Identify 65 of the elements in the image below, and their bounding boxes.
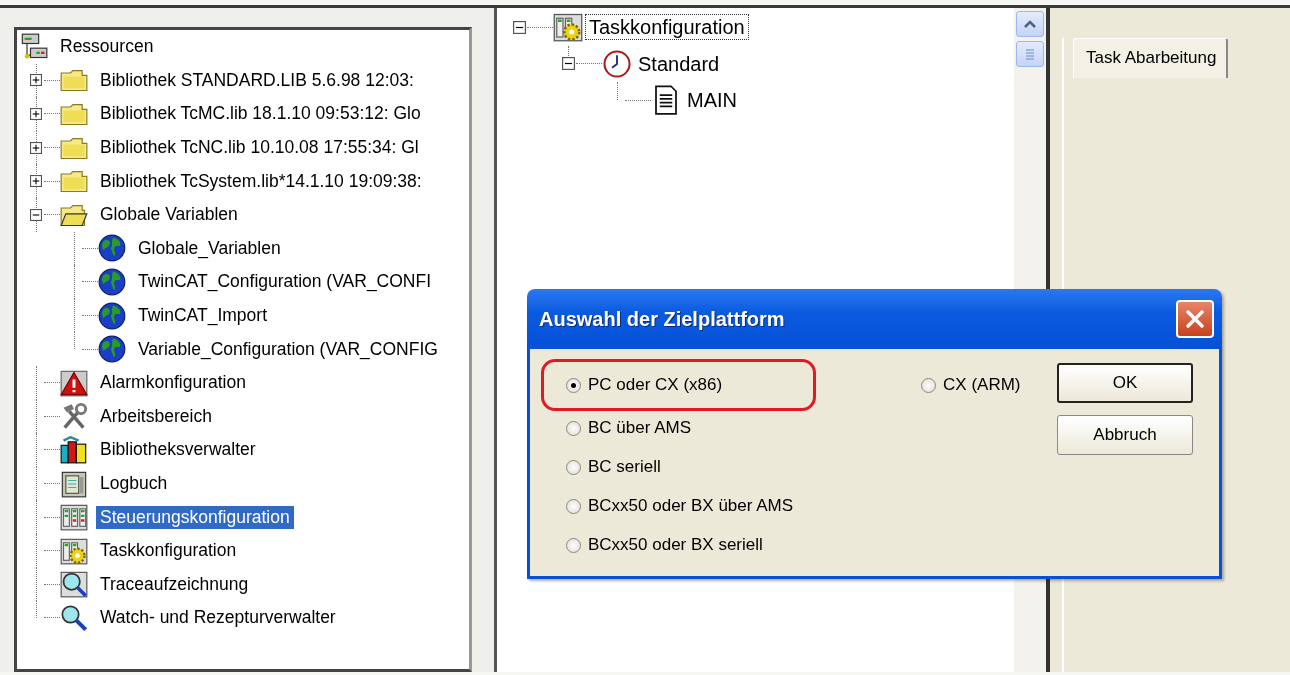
tree-item[interactable]: TwinCAT_Import [134, 304, 271, 328]
tools-icon [60, 402, 88, 431]
expand-toggle[interactable] [30, 141, 42, 154]
magnifier-icon [60, 570, 88, 599]
tree-item[interactable]: Alarmkonfiguration [96, 371, 250, 395]
radio-button[interactable] [566, 420, 581, 436]
collapse-toggle[interactable] [561, 57, 575, 71]
scroll-up-button[interactable] [1016, 11, 1044, 37]
server-icon [20, 32, 48, 61]
tree-item[interactable]: Bibliothek STANDARD.LIB 5.6.98 12:03: [96, 68, 418, 92]
notebook-icon [60, 469, 88, 498]
tree-item[interactable]: Globale_Variablen [134, 236, 285, 260]
globe-icon [98, 335, 126, 364]
close-button[interactable] [1176, 300, 1214, 338]
scrollbar-thumb[interactable] [1016, 41, 1044, 67]
radio-option[interactable]: PC oder CX (x86) [566, 369, 794, 401]
globe-icon [98, 234, 126, 263]
warning-icon [60, 368, 88, 397]
ok-button[interactable]: OK [1057, 363, 1193, 403]
radio-option[interactable]: CX (ARM) [921, 369, 1021, 401]
tree-item[interactable]: TwinCAT_Configuration (VAR_CONFI [134, 270, 436, 294]
radio-button[interactable] [566, 377, 581, 393]
tree-item[interactable]: Variable_Configuration (VAR_CONFIG [134, 337, 442, 361]
tree-item[interactable]: Taskkonfiguration [585, 14, 749, 41]
tree-item[interactable]: MAIN [683, 87, 741, 114]
tree-item[interactable]: Bibliotheksverwalter [96, 438, 260, 462]
radio-option[interactable]: BCxx50 oder BX über AMS [566, 490, 794, 522]
tree-item[interactable]: Bibliothek TcMC.lib 18.1.10 09:53:12: Glo [96, 102, 425, 126]
globe-icon [98, 267, 126, 296]
magnifier-icon [60, 603, 88, 632]
chevron-up-icon [1023, 19, 1037, 29]
globe-icon [98, 301, 126, 330]
collapse-toggle[interactable] [512, 20, 526, 34]
radio-option[interactable]: BC über AMS [566, 412, 794, 444]
tree-item[interactable]: Steuerungskonfiguration [96, 505, 294, 529]
tree-item[interactable]: Taskkonfiguration [96, 539, 241, 563]
grip-icon [1024, 48, 1036, 60]
tree-item[interactable]: Watch- und Rezepturverwalter [96, 606, 340, 630]
radio-option[interactable]: BC seriell [566, 451, 794, 483]
dialog-title: Auswahl der Zielplattform [539, 307, 785, 332]
tree-item[interactable]: Bibliothek TcSystem.lib*14.1.10 19:09:38: [96, 169, 426, 193]
tab[interactable]: Task Abarbeitung [1073, 38, 1229, 78]
tree-item[interactable]: Globale Variablen [96, 203, 242, 227]
tree-item[interactable]: Standard [634, 50, 724, 77]
device-icon [60, 503, 88, 532]
close-icon [1184, 308, 1206, 330]
radio-button[interactable] [566, 459, 581, 475]
expand-toggle[interactable] [30, 175, 42, 188]
expand-toggle[interactable] [30, 108, 42, 120]
radio-option[interactable]: BCxx50 oder BX seriell [566, 529, 794, 561]
tree-item[interactable]: Logbuch [96, 472, 172, 495]
clock-icon [602, 48, 632, 79]
expand-toggle[interactable] [30, 74, 42, 87]
books-icon [60, 435, 88, 464]
cancel-button[interactable]: Abbruch [1057, 415, 1193, 455]
radio-button[interactable] [566, 498, 581, 514]
tree-item[interactable]: Arbeitsbereich [96, 404, 216, 428]
tree-item[interactable]: Ressourcen [56, 35, 158, 59]
tree-item[interactable]: Traceaufzeichnung [96, 572, 253, 596]
device-gear-icon [553, 12, 583, 43]
device-gear-icon [60, 536, 88, 565]
radio-button[interactable] [566, 537, 581, 553]
collapse-toggle[interactable] [30, 208, 42, 221]
tree-item[interactable]: Bibliothek TcNC.lib 10.10.08 17:55:34: Gl [96, 136, 423, 160]
radio-button[interactable] [921, 377, 937, 393]
